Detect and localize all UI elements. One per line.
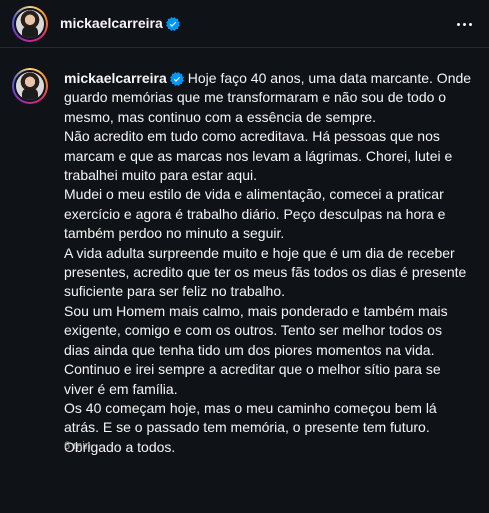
caption-line: guardo memórias que me transformaram e n…	[64, 89, 447, 106]
caption-line: Obrigado a todos.	[64, 438, 176, 455]
more-options-button[interactable]	[453, 13, 475, 35]
caption-line: marcam e que as marcas nos levam a lágri…	[64, 147, 453, 164]
caption-line: Mudei o meu estilo de vida e alimentação…	[64, 186, 444, 203]
caption-line: atrás. E se o passado tem memória, o pre…	[64, 419, 430, 436]
avatar-photo	[16, 10, 44, 38]
caption-text: mickaelcarreira Hoje faço 40 anos, uma d…	[64, 69, 479, 457]
caption-line: Os 40 começam hoje, mas o meu caminho co…	[64, 399, 437, 416]
verified-badge-icon	[169, 72, 184, 87]
header-avatar[interactable]	[12, 6, 48, 42]
caption-line: A vida adulta surpreende muito e hoje qu…	[64, 244, 455, 261]
caption-line: Não acredito em tudo como acreditava. Há…	[64, 128, 440, 145]
caption-line: viver é em família.	[64, 380, 178, 397]
caption-line: mesmo, mas continuo com a essência de se…	[64, 108, 377, 125]
more-options-icon	[456, 22, 460, 26]
verified-badge-icon	[165, 17, 180, 32]
caption-line: dias ainda que tenha tido um dos piores …	[64, 341, 435, 358]
caption-line: Continuo e irei sempre a acreditar que o…	[64, 361, 441, 378]
avatar-photo	[16, 72, 44, 100]
caption-line: exercício e agora é trabalho diário. Peç…	[64, 205, 446, 222]
post-timestamp[interactable]: 6 min	[64, 440, 91, 452]
caption-username[interactable]: mickaelcarreira	[64, 70, 167, 86]
caption-line-text: Hoje faço 40 anos, uma data marcante. On…	[187, 70, 472, 86]
caption-avatar[interactable]	[12, 68, 48, 104]
caption-line: também perdoo no minuto a seguir.	[64, 225, 285, 242]
caption-line: suficiente para ser feliz no trabalho.	[64, 283, 286, 300]
caption-line: exigente, comigo e com os outros. Tento …	[64, 322, 442, 339]
caption-line: mickaelcarreira Hoje faço 40 anos, uma d…	[64, 69, 479, 88]
caption-line: trabalhei muito para estar aqui.	[64, 167, 257, 184]
header-username[interactable]: mickaelcarreira	[60, 15, 180, 32]
caption-line: presentes, acredito que ter os meus fãs …	[64, 264, 467, 281]
post-viewer: mickaelcarreira mickaelcarreira Hoje faç…	[0, 0, 489, 513]
caption-line: Sou um Homem mais calmo, mais ponderado …	[64, 302, 448, 319]
post-header: mickaelcarreira	[0, 0, 489, 48]
header-username-text[interactable]: mickaelcarreira	[60, 15, 163, 31]
